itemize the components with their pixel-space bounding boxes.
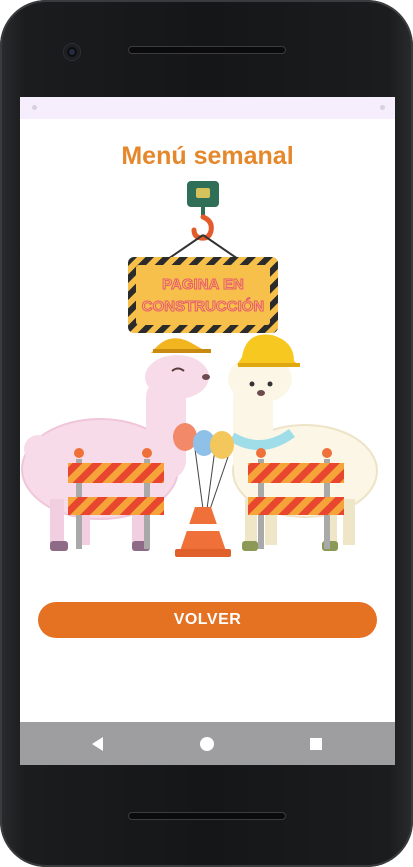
- bottom-speaker: [128, 812, 286, 820]
- traffic-cone: [175, 507, 231, 557]
- battery-icon: [380, 105, 385, 110]
- recents-square-icon[interactable]: [286, 722, 346, 765]
- back-triangle-icon[interactable]: [68, 722, 128, 765]
- earpiece-speaker: [128, 46, 286, 54]
- crane-hook-icon: [187, 181, 219, 241]
- sign-text-line1: PAGINA EN: [162, 276, 244, 293]
- app-screen: Menú semanal PAGINA EN CONSTRUCCIÓN VOLV…: [20, 97, 395, 765]
- sign-text-line2: CONSTRUCCIÓN: [142, 297, 265, 315]
- front-camera: [64, 44, 80, 60]
- page-title: Menú semanal: [121, 142, 294, 170]
- under-construction-illustration: PAGINA EN CONSTRUCCIÓN: [21, 181, 378, 557]
- home-circle-icon[interactable]: [177, 722, 237, 765]
- llama-right: [228, 334, 378, 551]
- volver-button[interactable]: VOLVER: [38, 602, 377, 638]
- status-bar: [20, 97, 395, 119]
- status-icon: [32, 105, 37, 110]
- phone-frame: Menú semanal PAGINA EN CONSTRUCCIÓN VOLV…: [0, 0, 413, 867]
- barrier-right: [248, 448, 344, 549]
- construction-sign: PAGINA EN CONSTRUCCIÓN: [128, 257, 278, 333]
- system-navigation-bar: [20, 722, 395, 765]
